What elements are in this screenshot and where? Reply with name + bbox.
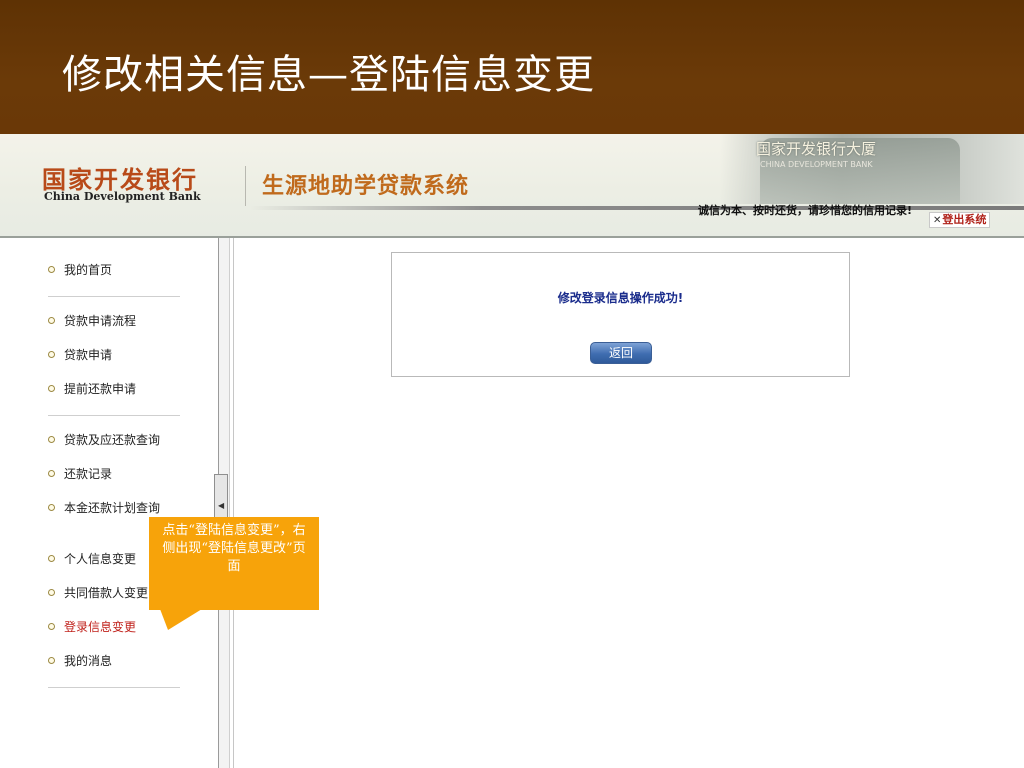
close-icon: ✕ [933, 215, 942, 226]
sidebar-item-label: 贷款及应还款查询 [64, 433, 161, 447]
bullet-icon [48, 436, 55, 443]
sidebar-item-messages[interactable]: 我的消息 [48, 651, 112, 671]
bullet-icon [48, 351, 55, 358]
bullet-icon [48, 589, 55, 596]
slide-header: 修改相关信息—登陆信息变更 [0, 0, 1024, 134]
sidebar-item-principal-plan[interactable]: 本金还款计划查询 [48, 498, 160, 518]
sidebar-item-label: 登录信息变更 [64, 620, 137, 634]
bullet-icon [48, 470, 55, 477]
sidebar-item-label: 共同借款人变更 [64, 586, 149, 600]
sidebar-item-early-repay[interactable]: 提前还款申请 [48, 379, 136, 399]
bullet-icon [48, 504, 55, 511]
slogan: 诚信为本、按时还货，请珍惜您的信用记录! [698, 204, 913, 217]
content-border [233, 238, 234, 768]
sidebar-item-label: 我的消息 [64, 654, 113, 668]
sidebar-item-label: 本金还款计划查询 [64, 501, 161, 515]
bullet-icon [48, 623, 55, 630]
sidebar-item-label: 贷款申请 [64, 348, 113, 362]
annotation-callout: 点击“登陆信息变更”，右侧出现“登陆信息更改”页面 [149, 517, 319, 610]
building-photo: 国家开发银行大厦 CHINA DEVELOPMENT BANK [720, 134, 1024, 204]
sidebar-item-label: 我的首页 [64, 263, 113, 277]
logo-divider [245, 166, 246, 206]
sidebar-item-login-info[interactable]: 登录信息变更 [48, 617, 136, 637]
bullet-icon [48, 385, 55, 392]
result-message-panel: 修改登录信息操作成功! 返回 [391, 252, 850, 377]
sidebar-item-label: 贷款申请流程 [64, 314, 137, 328]
bullet-icon [48, 266, 55, 273]
building-sign: 国家开发银行大厦 [756, 140, 877, 158]
sidebar-item-loan-apply[interactable]: 贷款申请 [48, 345, 112, 365]
logout-button[interactable]: ✕登出系统 [929, 212, 991, 228]
sidebar-item-label: 提前还款申请 [64, 382, 137, 396]
bullet-icon [48, 555, 55, 562]
sidebar-item-loan-process[interactable]: 贷款申请流程 [48, 311, 136, 331]
nav-divider [48, 415, 180, 416]
app-banner: 国家开发银行 China Development Bank 生源地助学贷款系统 … [0, 134, 1024, 238]
bank-logo-en: China Development Bank [44, 190, 201, 203]
success-message: 修改登录信息操作成功! [557, 291, 684, 305]
bullet-icon [48, 657, 55, 664]
bullet-icon [48, 317, 55, 324]
sidebar-item-label: 还款记录 [64, 467, 113, 481]
sidebar-item-loan-query[interactable]: 贷款及应还款查询 [48, 430, 160, 450]
sidebar-item-repay-record[interactable]: 还款记录 [48, 464, 112, 484]
slide-title: 修改相关信息—登陆信息变更 [62, 52, 595, 98]
sidebar-item-home[interactable]: 我的首页 [48, 260, 112, 280]
chevron-left-icon: ◀ [218, 501, 225, 510]
sidebar-nav: 我的首页 贷款申请流程 贷款申请 提前还款申请 贷款及应还款查询 还款记录 本金… [0, 238, 218, 768]
nav-divider [48, 296, 180, 297]
sidebar-item-co-borrower[interactable]: 共同借款人变更 [48, 583, 148, 603]
system-name: 生源地助学贷款系统 [262, 174, 470, 199]
nav-divider [48, 687, 180, 688]
logout-label: 登出系统 [942, 213, 987, 226]
callout-pointer [160, 609, 202, 630]
sidebar-item-personal-info[interactable]: 个人信息变更 [48, 549, 136, 569]
sidebar-item-label: 个人信息变更 [64, 552, 137, 566]
building-sign-en: CHINA DEVELOPMENT BANK [760, 160, 873, 169]
back-button[interactable]: 返回 [590, 342, 652, 364]
